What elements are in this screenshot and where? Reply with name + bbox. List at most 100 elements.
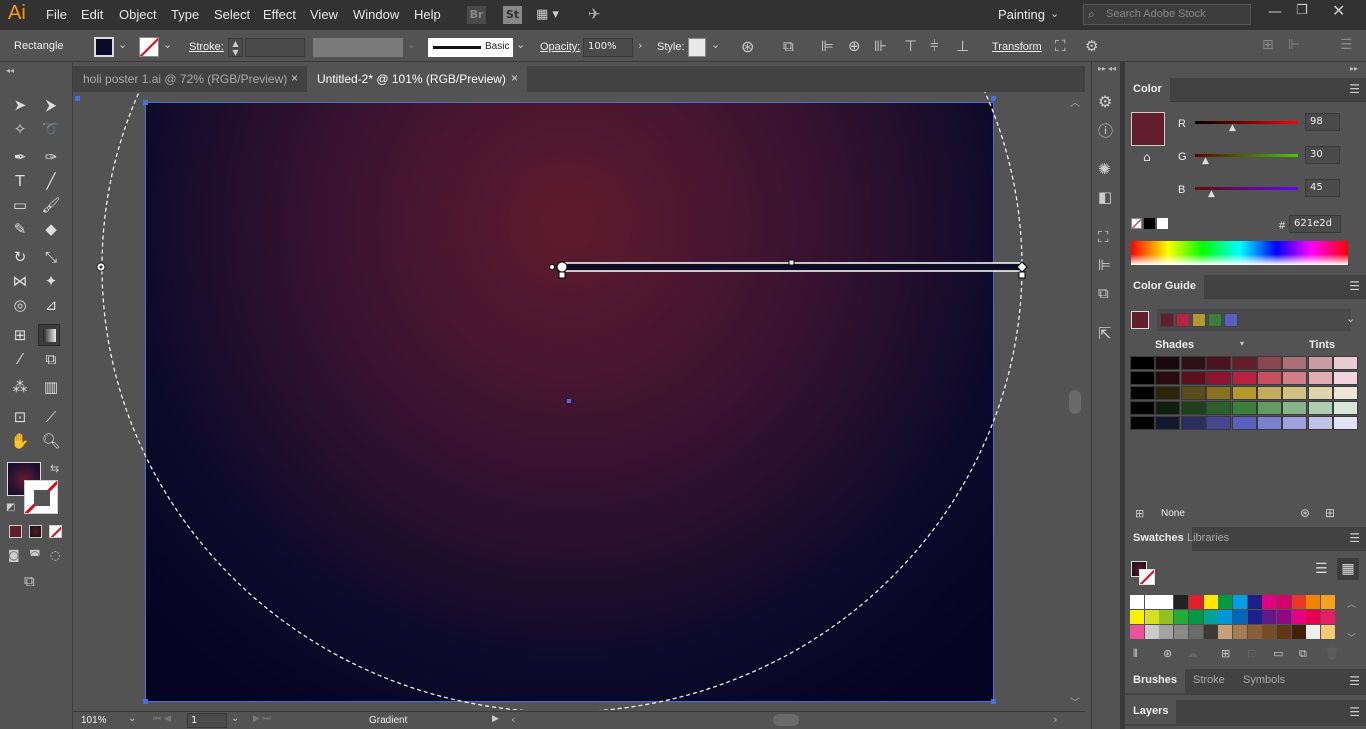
swatch[interactable] <box>1144 595 1159 609</box>
harmony-rules[interactable] <box>1157 309 1351 331</box>
variation-swatch[interactable] <box>1130 416 1155 430</box>
swatch[interactable] <box>1321 625 1336 639</box>
panel-menu-icon[interactable]: ☰ <box>1349 279 1360 293</box>
variation-swatch[interactable] <box>1333 416 1359 430</box>
swatch[interactable] <box>1188 595 1203 609</box>
variation-swatch[interactable] <box>1257 401 1282 415</box>
swatch[interactable] <box>1291 610 1306 624</box>
variation-swatch[interactable] <box>1257 416 1282 430</box>
variation-swatch[interactable] <box>1231 386 1257 400</box>
swatch[interactable] <box>1203 610 1218 624</box>
eraser-tool-icon[interactable]: ◆ <box>40 218 62 240</box>
r-slider-track[interactable] <box>1195 121 1298 124</box>
swatch[interactable] <box>1232 595 1247 609</box>
align-left-icon[interactable]: ⊫ <box>821 37 834 55</box>
swatch[interactable] <box>1262 595 1277 609</box>
g-field[interactable]: 30 <box>1305 146 1340 164</box>
hex-field[interactable]: 621e2d <box>1289 215 1341 233</box>
variation-swatch[interactable] <box>1257 356 1282 370</box>
info-icon[interactable]: ⓘ <box>1098 120 1113 141</box>
type-tool-icon[interactable]: T <box>9 170 31 192</box>
recolor-artwork-icon[interactable]: ⊛ <box>741 37 754 56</box>
base-color-swatch[interactable] <box>1131 311 1149 329</box>
panel-menu-icon[interactable]: ☰ <box>1349 82 1360 96</box>
swatch[interactable] <box>1277 610 1291 624</box>
variation-swatch[interactable] <box>1231 371 1257 385</box>
direct-selection-tool-icon[interactable]: ⮞ <box>40 94 62 116</box>
puppet-warp-tool-icon[interactable]: ✦ <box>40 270 62 292</box>
stroke-color-box[interactable] <box>24 480 58 514</box>
variation-swatch[interactable] <box>1307 401 1333 415</box>
grid-view-icon[interactable]: ▦ <box>1337 558 1359 580</box>
arrange-documents-icon[interactable]: ▦ ▾ <box>536 7 559 22</box>
variation-swatch[interactable] <box>1130 371 1155 385</box>
collapse-dock-icon[interactable]: ▸▸ <box>1350 64 1358 73</box>
tab-stroke[interactable]: Stroke <box>1185 669 1233 693</box>
opacity-field[interactable]: 100% <box>583 38 633 57</box>
stroke-none-swatch[interactable] <box>139 37 159 57</box>
hand-tool-icon[interactable]: ✋ <box>9 430 31 452</box>
new-color-group-icon[interactable]: ▭ <box>1273 647 1283 660</box>
menu-file[interactable]: File <box>46 7 67 22</box>
harmony-swatch[interactable] <box>1176 313 1190 327</box>
swatch[interactable] <box>1306 595 1321 609</box>
swatch[interactable] <box>1321 610 1336 624</box>
variation-swatch[interactable] <box>1155 401 1181 415</box>
column-graph-tool-icon[interactable]: ▥ <box>40 376 62 398</box>
zoom-tool-icon[interactable]: 🔍︎ <box>40 430 62 452</box>
align-to-icon[interactable]: ⧉ <box>783 37 794 55</box>
swatch[interactable] <box>1174 610 1189 624</box>
cloud-icon[interactable]: ☁ <box>1187 647 1198 660</box>
chevron-down-icon[interactable]: ⌄ <box>711 38 720 51</box>
swatch[interactable] <box>1277 625 1291 639</box>
swatch[interactable] <box>1144 610 1159 624</box>
fill-swatch[interactable] <box>94 37 114 57</box>
align-icon[interactable]: ⊫ <box>1098 256 1111 274</box>
r-slider-thumb[interactable]: ▲ <box>1229 123 1236 133</box>
menu-help[interactable]: Help <box>414 7 441 22</box>
swatches-grid[interactable] <box>1130 595 1340 643</box>
color-spectrum[interactable] <box>1131 241 1348 265</box>
status-menu-icon[interactable]: ▶ <box>492 714 499 724</box>
swatch[interactable] <box>1203 625 1218 639</box>
swatch[interactable] <box>1174 625 1189 639</box>
chevron-right-icon[interactable]: › <box>638 39 642 52</box>
line-tool-icon[interactable]: ╱ <box>40 170 62 192</box>
variation-swatch[interactable] <box>1206 371 1232 385</box>
variation-swatch[interactable] <box>1206 386 1232 400</box>
stock-search[interactable]: ⌕ Search Adobe Stock <box>1083 4 1251 25</box>
opacity-label[interactable]: Opacity: <box>540 41 580 53</box>
delete-swatch-icon[interactable]: 🗑︎ <box>1325 647 1339 660</box>
default-colors-icon[interactable]: ◩ <box>6 502 15 513</box>
gpu-performance-icon[interactable]: ✈ <box>588 5 601 23</box>
menu-view[interactable]: View <box>310 7 338 22</box>
stroke-weight-stepper[interactable]: ▲ ▼ <box>228 38 243 57</box>
g-slider-track[interactable] <box>1195 154 1298 157</box>
swatch[interactable] <box>1321 595 1336 609</box>
menu-edit[interactable]: Edit <box>81 7 103 22</box>
align-center-icon[interactable]: ⊕ <box>848 37 861 55</box>
export-icon[interactable]: ⇱ <box>1098 324 1111 343</box>
variation-swatch[interactable] <box>1155 356 1181 370</box>
variation-swatch[interactable] <box>1206 356 1232 370</box>
swatch[interactable] <box>1130 595 1144 609</box>
variation-swatch[interactable] <box>1155 416 1181 430</box>
swatch[interactable] <box>1130 610 1144 624</box>
tab-holi-poster[interactable]: holi poster 1.ai @ 72% (RGB/Preview) × <box>73 66 307 92</box>
magic-wand-tool-icon[interactable]: ✧ <box>9 118 31 140</box>
tab-libraries[interactable]: Libraries <box>1179 527 1237 551</box>
shaper-tool-icon[interactable]: ✎ <box>9 218 31 240</box>
appearance-icon[interactable]: ⚙ <box>1098 92 1112 111</box>
variation-swatch[interactable] <box>1307 371 1333 385</box>
align-middle-icon[interactable]: ⫩ <box>930 37 939 55</box>
draw-normal-icon[interactable]: ◙ <box>8 548 20 562</box>
variation-swatch[interactable] <box>1307 386 1333 400</box>
eyedropper-tool-icon[interactable]: ⁄ <box>9 348 31 370</box>
swatch[interactable] <box>1247 595 1262 609</box>
variation-swatch[interactable] <box>1333 386 1359 400</box>
gradient-tool-icon[interactable] <box>38 324 60 346</box>
close-icon[interactable]: × <box>511 71 518 85</box>
page-field[interactable]: 1 <box>187 713 227 728</box>
panel-menu-icon[interactable]: ☰ <box>1340 37 1353 53</box>
swatch[interactable] <box>1218 610 1233 624</box>
